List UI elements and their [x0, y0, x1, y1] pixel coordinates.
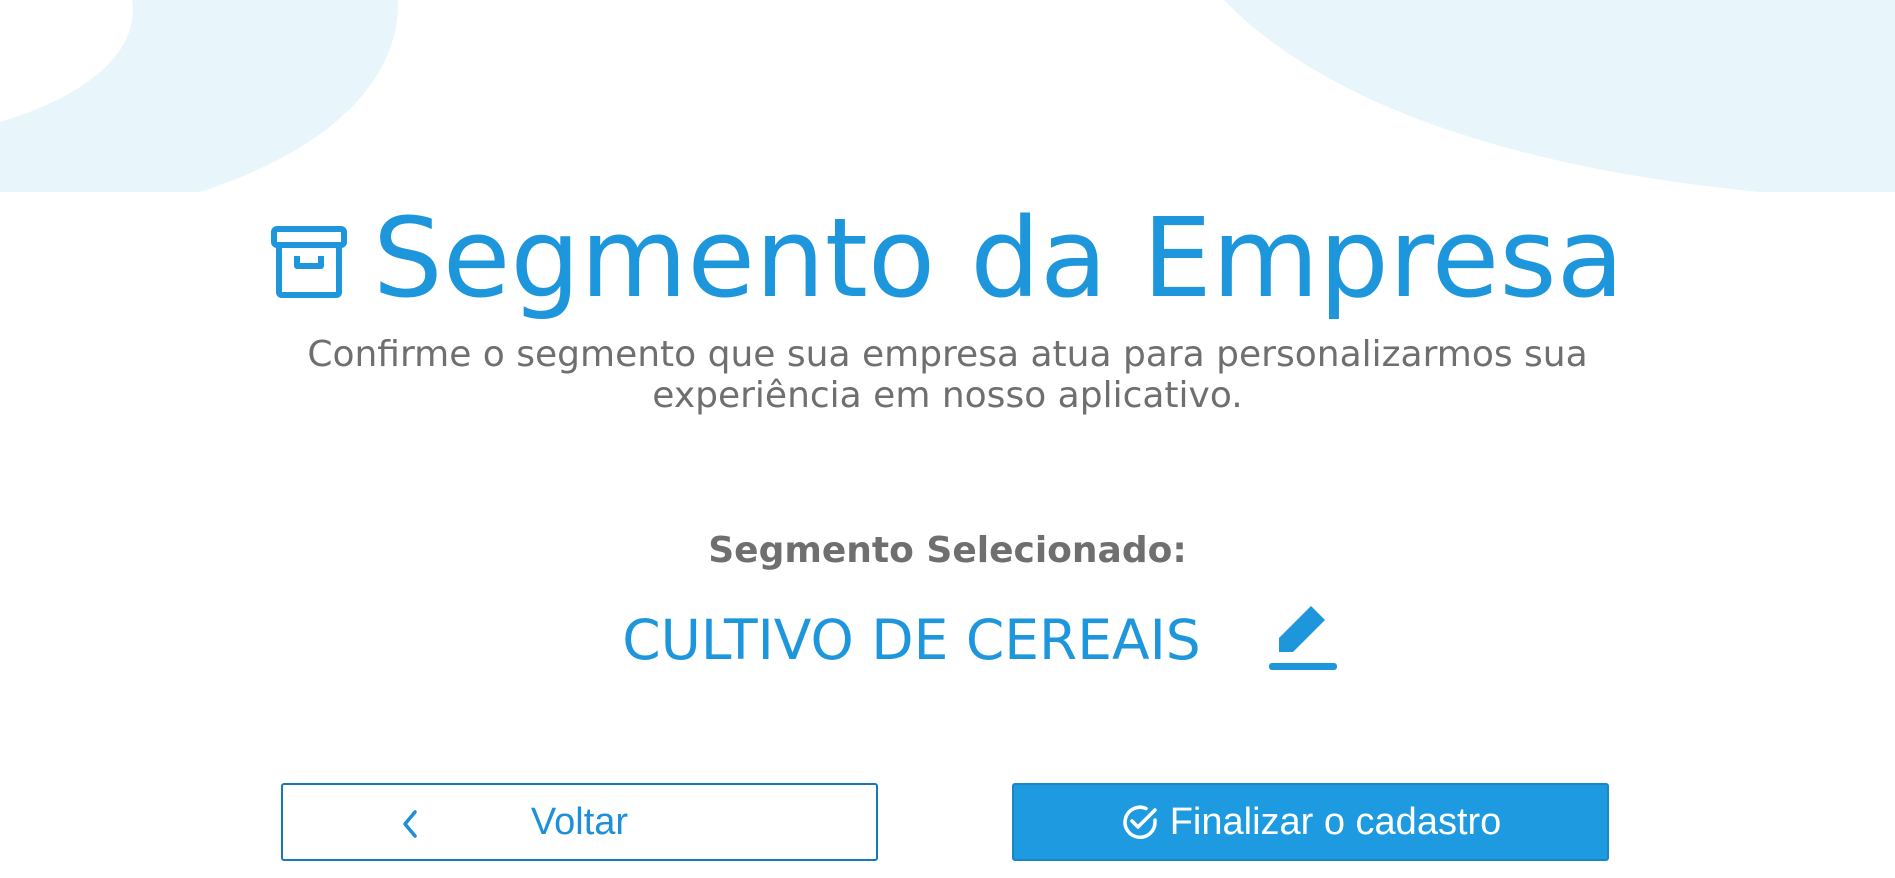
check-circle-icon: [1120, 802, 1160, 842]
page-title: Segmento da Empresa: [372, 194, 1625, 322]
background-blob-right: [1224, 0, 1895, 192]
background-decoration: [0, 0, 1895, 192]
finish-button-label: Finalizar o cadastro: [1169, 800, 1502, 843]
page: Segmento da Empresa Confirme o segmento …: [0, 0, 1895, 878]
back-button[interactable]: Voltar: [281, 783, 878, 861]
selected-segment-value: CULTIVO DE CEREAIS: [622, 608, 1201, 672]
edit-segment-button[interactable]: [1263, 600, 1343, 680]
archive-box-icon: [270, 226, 347, 298]
title-row: Segmento da Empresa: [0, 198, 1895, 318]
back-button-label: Voltar: [530, 800, 629, 843]
finish-registration-button[interactable]: Finalizar o cadastro: [1012, 783, 1609, 861]
segment-row: CULTIVO DE CEREAIS: [0, 600, 1895, 680]
page-subtitle: Confirme o segmento que sua empresa atua…: [307, 334, 1588, 416]
chevron-left-icon: [393, 807, 427, 841]
selected-segment-label: Segmento Selecionado:: [708, 530, 1187, 571]
pencil-edit-icon: [1267, 602, 1339, 678]
